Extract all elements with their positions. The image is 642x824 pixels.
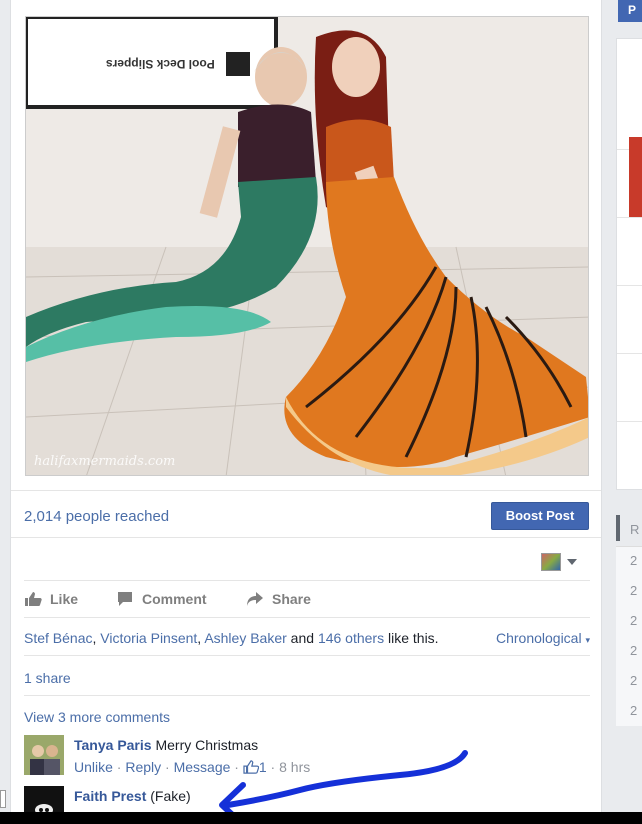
shares-row: 1 share [24,656,590,696]
post-as-selector[interactable] [541,553,581,573]
share-arrow-icon [247,592,263,606]
like-count-value: 1 [258,759,267,775]
liker-link[interactable]: Victoria Pinsent [100,630,197,646]
liker-link[interactable]: Stef Bénac [24,630,93,646]
year-list: 2 2 2 2 2 2 [616,546,642,726]
sort-label: Chronological [495,630,582,646]
like-button[interactable]: Like [24,591,78,607]
right-sidebar: P R 2 2 2 2 2 2 [616,0,642,820]
commenter-name[interactable]: Tanya Paris [74,737,152,753]
thumbs-up-icon [25,592,42,606]
year-item[interactable]: 2 [630,553,637,568]
view-more-comments-link[interactable]: View 3 more comments [24,709,170,725]
photo-watermark: halifaxmermaids.com [34,454,176,469]
post-photo[interactable]: Pool Deck Slippers halifaxmermaids.com [25,16,589,476]
share-button[interactable]: Share [246,591,311,607]
page-avatar-thumb [541,553,561,571]
year-item[interactable]: 2 [630,703,637,718]
comment-label: Comment [142,591,207,607]
left-edge-tab[interactable] [0,790,6,808]
sidebar-section-title: R [630,522,640,537]
sidebar-button[interactable]: P [618,0,642,22]
year-item[interactable]: 2 [630,673,637,688]
sidebar-button-label: P [628,3,637,17]
message-link[interactable]: Message [174,759,231,775]
comment-item: Tanya Paris Merry Christmas Unlike · Rep… [24,735,590,777]
comment-sort-dropdown[interactable]: Chronological ▾ [496,630,590,646]
others-link[interactable]: 146 others [318,630,384,646]
like-label: Like [50,591,79,607]
reach-row: 2,014 people reached Boost Post [11,490,601,538]
shares-link[interactable]: 1 share [24,670,71,686]
liker-link[interactable]: Ashley Baker [204,630,286,646]
share-label: Share [272,591,311,607]
likes-summary-row: Stef Bénac, Victoria Pinsent, Ashley Bak… [24,618,590,656]
caret-down-icon: ▾ [585,635,590,645]
sidebar-panel [616,38,642,490]
and-text: and [286,630,318,646]
comment-icon [118,592,132,606]
sidebar-thumbnail[interactable] [629,137,642,217]
year-item[interactable]: 2 [630,583,637,598]
boost-post-button[interactable]: Boost Post [491,502,589,530]
bottom-taskbar-edge [0,812,642,824]
comment-meta: Unlike · Reply · Message · 1 · 8 hrs [74,759,311,775]
post-card: Pool Deck Slippers halifaxmermaids.com 2… [10,0,602,824]
commenter-avatar[interactable] [24,735,64,775]
caret-down-icon [567,559,577,565]
photo-sign-text: Pool Deck Slippers [106,57,215,71]
comment-body: Faith Prest (Fake) [74,788,191,804]
commenter-name[interactable]: Faith Prest [74,788,146,804]
year-item[interactable]: 2 [630,613,637,628]
reply-link[interactable]: Reply [125,759,161,775]
comment-body: Tanya Paris Merry Christmas [74,737,258,753]
comment-like-count[interactable]: 1 [243,759,267,775]
comment-button[interactable]: Comment [116,591,207,607]
comment-text: (Fake) [150,788,191,804]
likes-summary: Stef Bénac, Victoria Pinsent, Ashley Bak… [24,630,439,646]
like-this-text: like this. [384,630,439,646]
unlike-link[interactable]: Unlike [74,759,113,775]
facebook-page: Pool Deck Slippers halifaxmermaids.com 2… [0,0,642,824]
comment-time[interactable]: 8 hrs [279,759,310,775]
thumbs-up-icon [243,760,260,774]
comment-text: Merry Christmas [155,737,259,753]
reach-link[interactable]: 2,014 people reached [24,508,169,525]
year-item[interactable]: 2 [630,643,637,658]
post-actions: Like Comment Share [24,580,590,618]
